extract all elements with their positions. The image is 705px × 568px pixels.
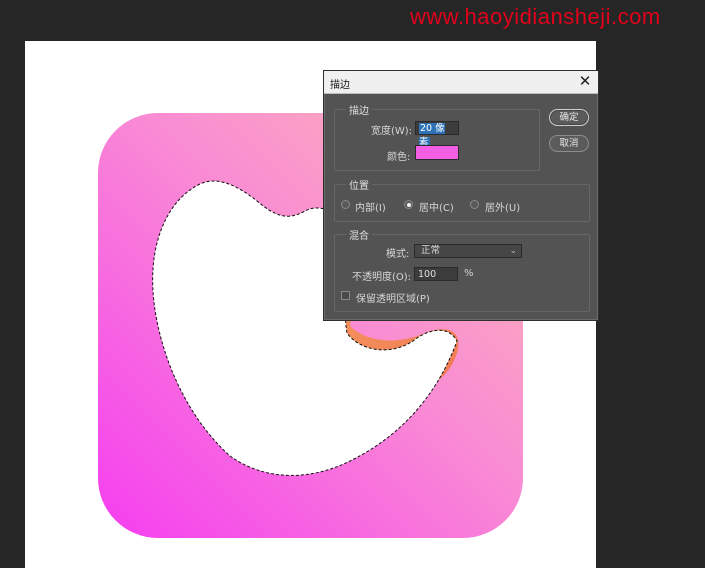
radio-outside[interactable] [470, 200, 479, 209]
radio-center-label[interactable]: 居中(C) [419, 199, 454, 214]
color-label: 颜色: [387, 152, 411, 163]
stroke-dialog: 描边 ✕ 描边 宽度(W): 20 像素 颜色: 位置 内部(I) 居中(C) … [323, 70, 599, 321]
mode-label: 模式: [386, 249, 410, 260]
width-label: 宽度(W): [371, 126, 413, 137]
stroke-group [334, 109, 540, 171]
opacity-value: 100 [418, 269, 437, 280]
cancel-button[interactable]: 取消 [549, 135, 589, 152]
radio-outside-label[interactable]: 居外(U) [485, 199, 520, 214]
dialog-titlebar[interactable]: 描边 ✕ [324, 71, 598, 94]
ok-button[interactable]: 确定 [549, 109, 589, 126]
mode-value: 正常 [421, 245, 441, 256]
close-icon[interactable]: ✕ [576, 72, 594, 90]
stroke-group-label: 描边 [346, 102, 372, 117]
opacity-label: 不透明度(O): [352, 272, 412, 283]
blend-group-label: 混合 [346, 227, 372, 242]
preserve-transparency-label[interactable]: 保留透明区域(P) [356, 290, 430, 305]
preserve-transparency-checkbox[interactable] [341, 291, 350, 300]
position-group-label: 位置 [346, 177, 372, 192]
radio-inside[interactable] [341, 200, 350, 209]
opacity-input[interactable]: 100 [414, 267, 458, 281]
color-swatch[interactable] [415, 145, 459, 160]
chevron-down-icon: ⌄ [509, 246, 517, 256]
dialog-title: 描边 [330, 80, 350, 91]
radio-inside-label[interactable]: 内部(I) [355, 199, 386, 214]
mode-select[interactable]: 正常 ⌄ [414, 244, 522, 258]
watermark-text: www.haoyidiansheji.com [410, 4, 661, 29]
opacity-unit: % [464, 268, 474, 279]
radio-center[interactable] [404, 200, 413, 209]
width-input[interactable]: 20 像素 [415, 121, 459, 148]
